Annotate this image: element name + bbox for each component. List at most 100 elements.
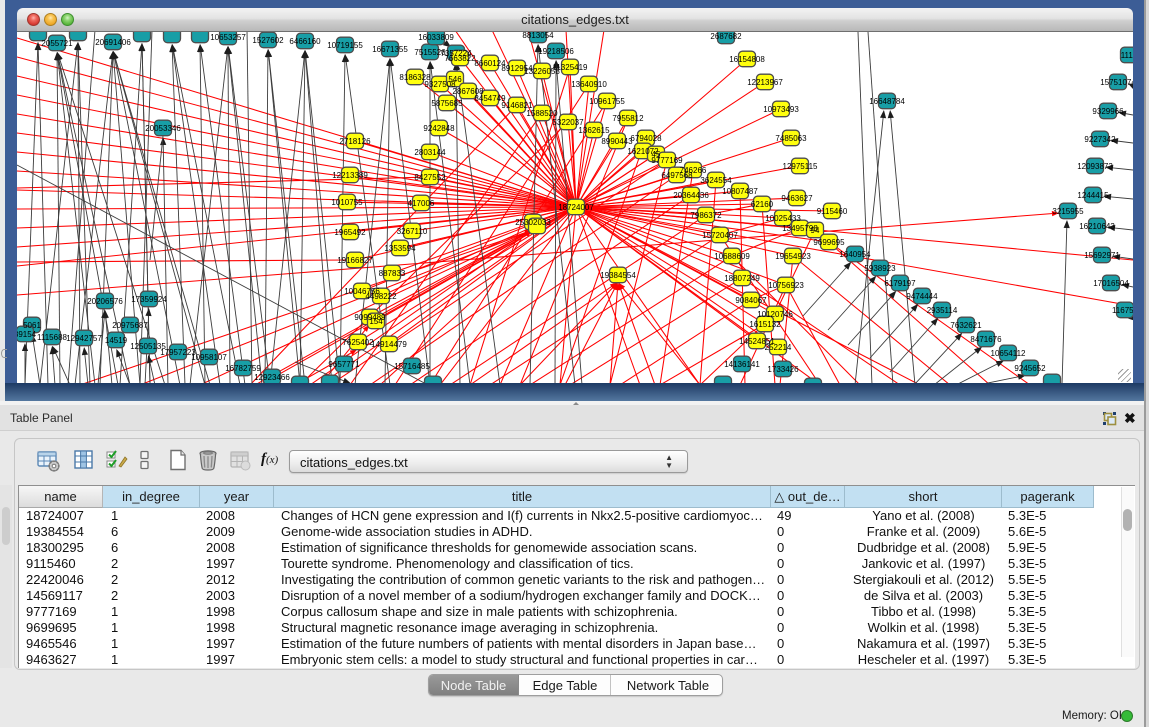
svg-text:1362615: 1362615 [578,126,610,135]
svg-text:17016504: 17016504 [1093,279,1129,288]
svg-text:12213967: 12213967 [747,78,783,87]
svg-text:12213389: 12213389 [332,171,368,180]
svg-text:12975115: 12975115 [783,162,819,171]
svg-text:9227342: 9227342 [1084,135,1116,144]
svg-text:8813054: 8813054 [522,32,554,40]
svg-text:19384554: 19384554 [600,271,636,280]
svg-text:5938923: 5938923 [864,264,896,273]
svg-text:7663822: 7663822 [444,54,476,63]
svg-text:6497568: 6497568 [661,171,693,180]
svg-text:6794028: 6794028 [630,134,662,143]
svg-text:1615132: 1615132 [749,320,781,329]
svg-text:10973493: 10973493 [763,105,799,114]
svg-text:1527602: 1527602 [252,36,284,45]
svg-text:7955812: 7955812 [612,114,644,123]
svg-text:13640910: 13640910 [571,80,607,89]
svg-text:9657771: 9657771 [328,360,360,369]
svg-text:62160: 62160 [751,200,774,209]
svg-text:1117: 1117 [1121,51,1133,60]
svg-text:20206576: 20206576 [87,297,123,306]
svg-text:17359924: 17359924 [131,295,167,304]
svg-text:15751074: 15751074 [1100,78,1133,87]
svg-text:9463627: 9463627 [781,194,813,203]
svg-text:10654112: 10654112 [991,349,1027,358]
svg-text:15716485: 15716485 [394,362,430,371]
svg-text:14136141: 14136141 [724,360,760,369]
svg-text:10807487: 10807487 [722,187,758,196]
svg-text:6466160: 6466160 [289,37,321,46]
svg-text:7485063: 7485063 [775,134,807,143]
svg-text:154: 154 [369,317,383,326]
svg-text:2687682: 2687682 [710,32,742,41]
svg-text:12942757: 12942757 [66,334,102,343]
svg-text:16210643: 16210643 [1079,222,1115,231]
svg-text:9329966: 9329966 [1092,107,1124,116]
svg-text:252214: 252214 [765,343,792,352]
svg-text:2718126: 2718126 [339,137,371,146]
svg-text:116753: 116753 [1112,306,1133,315]
svg-text:10719155: 10719155 [327,41,363,50]
svg-text:12093873: 12093873 [1077,162,1113,171]
svg-text:9699695: 9699695 [813,238,845,247]
svg-text:887833: 887833 [379,269,406,278]
svg-text:8990443: 8990443 [601,137,633,146]
svg-text:10120746: 10120746 [757,310,793,319]
svg-text:15692971: 15692971 [1084,251,1120,260]
svg-text:16648784: 16648784 [869,97,905,106]
svg-text:2055721: 2055721 [41,39,73,48]
svg-text:14519: 14519 [105,336,128,345]
svg-text:20691406: 20691406 [95,38,131,47]
svg-text:25302033: 25302033 [515,218,551,227]
svg-text:9474444: 9474444 [906,292,938,301]
svg-text:10025433: 10025433 [765,214,801,223]
svg-text:6179197: 6179197 [884,279,916,288]
svg-text:10653257: 10653257 [210,33,246,42]
svg-text:16033809: 16033809 [418,33,454,42]
svg-text:546: 546 [448,75,462,84]
svg-text:8471676: 8471676 [970,335,1002,344]
svg-text:9245652: 9245652 [1014,364,1046,373]
svg-text:7632621: 7632621 [950,321,982,330]
svg-text:19218506: 19218506 [538,47,574,56]
svg-text:19166827: 19166827 [337,256,373,265]
svg-text:3267110: 3267110 [397,227,428,236]
svg-text:1733426: 1733426 [767,365,799,374]
svg-text:3215955: 3215955 [1052,207,1084,216]
svg-text:5061: 5061 [23,321,41,330]
svg-text:39154: 39154 [17,330,37,339]
svg-text:14914479: 14914479 [371,340,407,349]
svg-text:19654923: 19654923 [775,252,811,261]
svg-text:18724007: 18724007 [558,203,594,212]
svg-text:1353594: 1353594 [384,244,416,253]
svg-text:9115460: 9115460 [817,207,848,216]
svg-text:9242848: 9242848 [423,124,455,133]
svg-text:12923466: 12923466 [254,373,290,382]
svg-text:10688609: 10688609 [714,252,750,261]
svg-text:2803144: 2803144 [414,148,446,157]
svg-text:1965492: 1965492 [334,228,366,237]
svg-text:10756923: 10756923 [768,281,804,290]
svg-text:2935114: 2935114 [927,306,958,315]
svg-text:5875685: 5875685 [431,99,463,108]
svg-text:1115688: 1115688 [37,333,68,342]
svg-text:1010755: 1010755 [331,198,363,207]
svg-text:1588520: 1588520 [526,109,558,118]
svg-text:20364436: 20364436 [673,191,709,200]
svg-text:20053346: 20053346 [145,124,181,133]
svg-text:1244415: 1244415 [1077,191,1109,200]
svg-text:10958107: 10958107 [191,353,227,362]
svg-text:20975687: 20975687 [112,321,148,330]
svg-text:94: 94 [811,226,820,235]
svg-text:9777169: 9777169 [651,156,683,165]
svg-text:1640954: 1640954 [839,250,871,259]
svg-text:15720407: 15720407 [702,231,738,240]
svg-text:7625402: 7625402 [342,338,374,347]
svg-text:16154808: 16154808 [729,55,765,64]
svg-text:7986372: 7986372 [690,211,722,220]
svg-text:10961755: 10961755 [589,97,625,106]
svg-text:4498222: 4498222 [365,292,397,301]
svg-text:9084067: 9084067 [735,296,767,305]
svg-text:16671355: 16671355 [372,45,408,54]
svg-text:16782759: 16782759 [225,364,261,373]
svg-text:18807249: 18807249 [724,274,760,283]
